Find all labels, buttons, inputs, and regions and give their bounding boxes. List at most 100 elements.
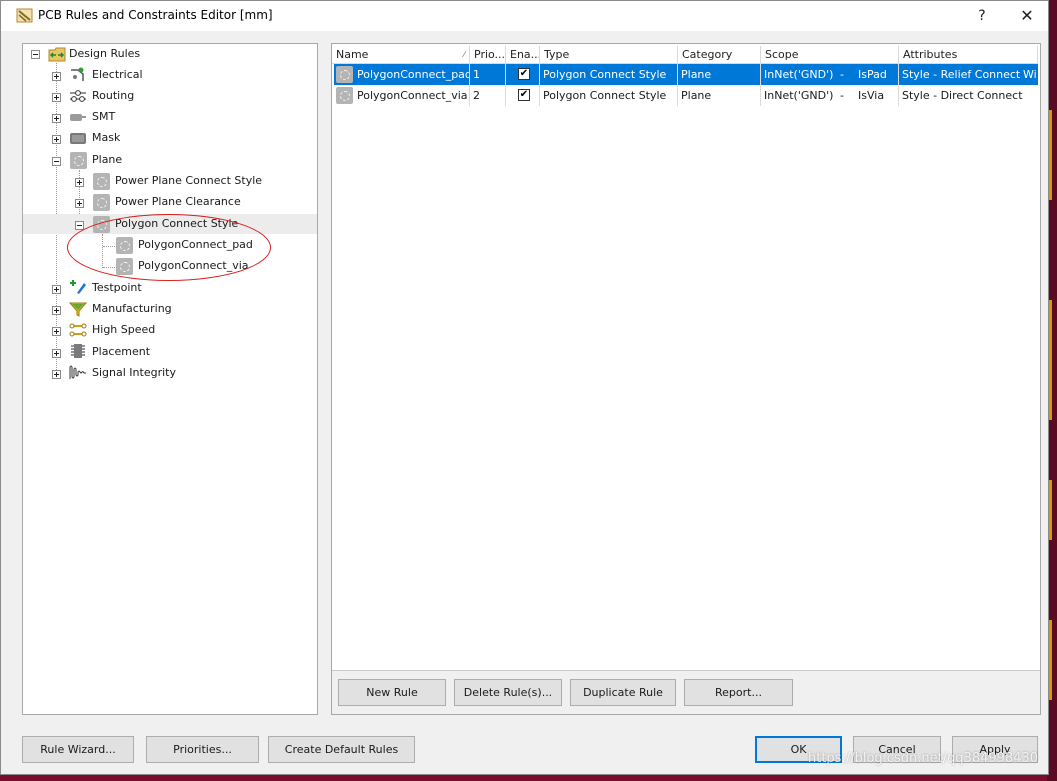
high-speed-icon — [69, 323, 87, 337]
mask-icon — [70, 133, 86, 144]
expand-toggle[interactable] — [52, 93, 61, 102]
rules-grid[interactable]: Name ⁄ Prio... Ena... Type Category Scop… — [332, 44, 1040, 671]
cell-type: Polygon Connect Style — [540, 64, 678, 85]
tree-item-routing[interactable]: Routing — [23, 86, 317, 106]
column-header-type[interactable]: Type — [540, 46, 678, 64]
column-header-priority[interactable]: Prio... — [470, 46, 506, 64]
tree-item-polygon-connect-style[interactable]: Polygon Connect Style — [23, 214, 317, 234]
cell-name: PolygonConnect_pad — [354, 64, 470, 85]
smt-icon — [70, 114, 86, 121]
duplicate-rule-button[interactable]: Duplicate Rule — [570, 679, 676, 706]
tree-item-power-plane-clearance[interactable]: Power Plane Clearance — [23, 192, 317, 212]
attributes-overflow: Wi — [1023, 68, 1037, 81]
tree-item-power-plane-connect-style[interactable]: Power Plane Connect Style — [23, 171, 317, 191]
priorities-button[interactable]: Priorities... — [146, 736, 259, 763]
expand-toggle[interactable] — [52, 349, 61, 358]
title-bar[interactable]: PCB Rules and Constraints Editor [mm] ? … — [1, 1, 1048, 31]
collapse-toggle[interactable] — [75, 221, 84, 230]
close-button[interactable]: ✕ — [1004, 1, 1050, 31]
tree-item-label: Routing — [92, 89, 135, 102]
column-header-category[interactable]: Category — [678, 46, 761, 64]
column-header-name[interactable]: Name ⁄ — [332, 46, 470, 64]
expand-toggle[interactable] — [52, 370, 61, 379]
routing-icon — [70, 90, 86, 102]
tree-item-design-rules[interactable]: Design Rules — [23, 44, 317, 64]
cell-name: PolygonConnect_via — [354, 85, 470, 106]
enabled-checkbox[interactable]: ✔ — [518, 68, 530, 80]
scope-condition: IsVia — [858, 89, 885, 102]
scope-operator: - — [840, 68, 844, 81]
cell-scope: InNet('GND') - IsVia — [761, 85, 899, 106]
expand-toggle[interactable] — [52, 306, 61, 315]
testpoint-icon — [70, 280, 86, 294]
design-rules-icon — [48, 47, 66, 62]
collapse-toggle[interactable] — [52, 157, 61, 166]
cancel-button[interactable]: Cancel — [853, 736, 941, 763]
tree-item-testpoint[interactable]: Testpoint — [23, 278, 317, 298]
rule-icon — [336, 66, 353, 83]
tree-item-plane[interactable]: Plane — [23, 150, 317, 170]
rule-icon — [116, 237, 133, 254]
column-header-enabled[interactable]: Ena... — [506, 46, 540, 64]
column-header-label: Name — [336, 48, 369, 61]
expand-toggle[interactable] — [52, 327, 61, 336]
tree-item-signal-integrity[interactable]: Signal Integrity — [23, 363, 317, 383]
tree-item-manufacturing[interactable]: Manufacturing — [23, 299, 317, 319]
tree-item-label: PolygonConnect_pad — [138, 238, 253, 251]
column-header-scope[interactable]: Scope — [761, 46, 899, 64]
cell-category: Plane — [678, 64, 761, 85]
cell-enabled: ✔ — [506, 64, 540, 85]
create-default-rules-button[interactable]: Create Default Rules — [268, 736, 415, 763]
enabled-checkbox[interactable]: ✔ — [518, 89, 530, 101]
expand-toggle[interactable] — [52, 285, 61, 294]
expand-toggle[interactable] — [75, 199, 84, 208]
rule-icon — [116, 258, 133, 275]
tree-item-polygonconnect-pad[interactable]: PolygonConnect_pad — [23, 235, 317, 255]
manufacturing-icon — [69, 302, 87, 317]
rules-grid-panel: Name ⁄ Prio... Ena... Type Category Scop… — [331, 43, 1041, 715]
collapse-toggle[interactable] — [31, 50, 40, 59]
tree-item-placement[interactable]: Placement — [23, 342, 317, 362]
cell-priority: 1 — [470, 64, 506, 85]
cell-attributes: Style - Direct Connect — [902, 89, 1023, 102]
tree-item-electrical[interactable]: Electrical — [23, 65, 317, 85]
window-title: PCB Rules and Constraints Editor [mm] — [38, 8, 273, 22]
tree-item-smt[interactable]: SMT — [23, 107, 317, 127]
expand-toggle[interactable] — [52, 72, 61, 81]
scope-operator: - — [840, 89, 844, 102]
scope-condition: IsPad — [858, 68, 887, 81]
tree-item-mask[interactable]: Mask — [23, 128, 317, 148]
plane-icon — [70, 152, 87, 169]
new-rule-button[interactable]: New Rule — [338, 679, 446, 706]
ok-button[interactable]: OK — [755, 736, 842, 763]
rule-icon — [336, 87, 353, 104]
sort-indicator-icon: ⁄ — [463, 50, 465, 59]
column-header-attributes[interactable]: Attributes — [899, 46, 1038, 64]
attributes-text: Style - Relief Connect — [902, 68, 1021, 81]
rule-wizard-button[interactable]: Rule Wizard... — [22, 736, 134, 763]
tree-item-label: Manufacturing — [92, 302, 172, 315]
rules-tree[interactable]: Design Rules Electrical Routing SMT Mask… — [22, 43, 318, 715]
report-button[interactable]: Report... — [684, 679, 793, 706]
tree-item-high-speed[interactable]: High Speed — [23, 320, 317, 340]
tree-item-polygonconnect-via[interactable]: PolygonConnect_via — [23, 256, 317, 276]
tree-item-label: Plane — [92, 153, 123, 166]
table-row[interactable]: PolygonConnect_via 2 ✔ Polygon Connect S… — [334, 85, 1038, 106]
scope-text: InNet('GND') — [764, 68, 834, 81]
expand-toggle[interactable] — [52, 135, 61, 144]
expand-toggle[interactable] — [52, 114, 61, 123]
cell-category: Plane — [678, 85, 761, 106]
cell-attributes: Style - Relief Connect Wi — [899, 64, 1038, 85]
delete-rule-button[interactable]: Delete Rule(s)... — [454, 679, 562, 706]
expand-toggle[interactable] — [75, 178, 84, 187]
cell-type: Polygon Connect Style — [540, 85, 678, 106]
tree-item-label: Testpoint — [92, 281, 142, 294]
rule-icon — [93, 173, 110, 190]
rule-icon — [93, 216, 110, 233]
help-button[interactable]: ? — [959, 1, 1005, 31]
tree-item-label: PolygonConnect_via — [138, 259, 249, 272]
pcb-editor-icon — [16, 8, 33, 23]
apply-button[interactable]: Apply — [952, 736, 1038, 763]
tree-item-label: Placement — [92, 345, 151, 358]
table-row[interactable]: PolygonConnect_pad 1 ✔ Polygon Connect S… — [334, 64, 1038, 85]
